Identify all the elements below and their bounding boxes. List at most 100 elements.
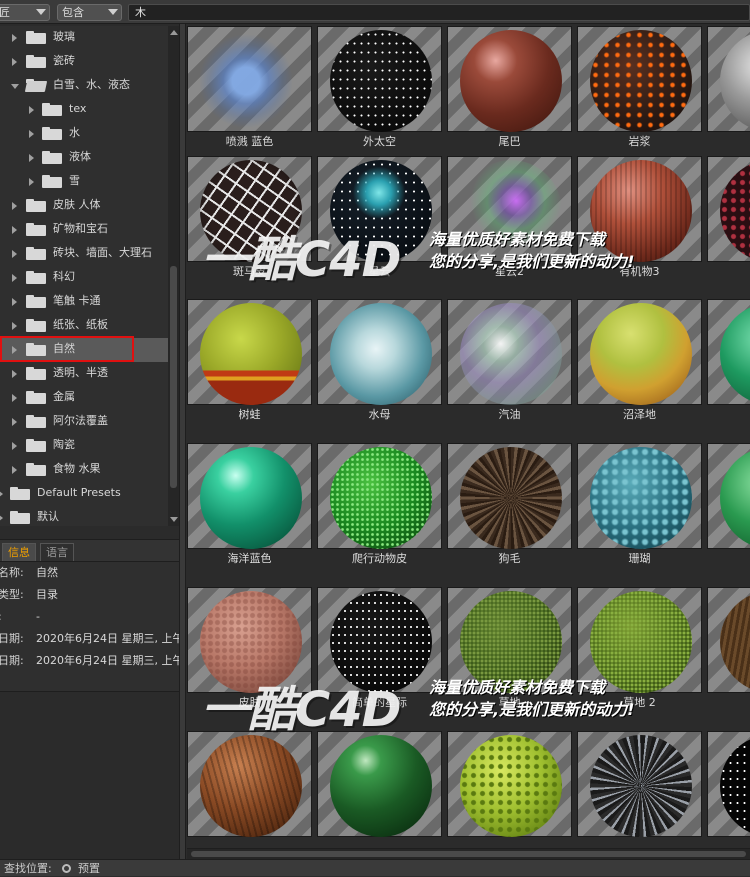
info-key: 日期:: [0, 632, 24, 645]
search-input[interactable]: 木: [128, 4, 750, 21]
tree-item-label: 食物 水果: [53, 462, 101, 475]
chevron-down-icon: [36, 9, 46, 15]
tree-item-ceramic[interactable]: 陶瓷: [0, 434, 168, 458]
tree-item-label: 矿物和宝石: [53, 222, 108, 235]
expand-arrow-icon[interactable]: [0, 490, 3, 498]
material-item[interactable]: 星云2: [447, 156, 572, 296]
expand-arrow-icon[interactable]: [12, 394, 17, 402]
tree-scrollbar[interactable]: [168, 26, 179, 526]
material-label: [317, 838, 442, 848]
folder-icon: [26, 463, 46, 476]
expand-arrow-icon[interactable]: [12, 34, 17, 42]
material-item[interactable]: 草地: [447, 587, 572, 727]
expand-arrow-icon[interactable]: [12, 442, 17, 450]
material-label: 草地: [498, 696, 521, 709]
tree-item-scifi[interactable]: 科幻: [0, 266, 168, 290]
tree-item-alpha-overlay[interactable]: 阿尔法覆盖: [0, 410, 168, 434]
expand-arrow-icon[interactable]: [29, 178, 34, 186]
material-label: 爬行动物皮: [352, 552, 407, 565]
material-item[interactable]: 星云: [317, 156, 442, 296]
scroll-up-icon[interactable]: [170, 30, 178, 35]
chevron-down-icon: [108, 9, 118, 15]
search-location-value[interactable]: 预置: [78, 860, 100, 877]
folder-icon: [26, 199, 46, 212]
material-item[interactable]: [707, 156, 750, 296]
material-item[interactable]: 珊瑚: [577, 443, 702, 583]
tree-item-minerals-gems[interactable]: 矿物和宝石: [0, 218, 168, 242]
expand-arrow-icon[interactable]: [12, 298, 17, 306]
material-item[interactable]: [577, 731, 702, 848]
material-item[interactable]: [317, 731, 442, 848]
tree-item-transparent[interactable]: 透明、半透: [0, 362, 168, 386]
preview-area: [0, 691, 179, 859]
material-item[interactable]: 简单的星际: [317, 587, 442, 727]
scroll-down-icon[interactable]: [170, 517, 178, 522]
expand-arrow-icon[interactable]: [12, 58, 17, 66]
material-thumbnail: [187, 731, 312, 837]
folder-icon: [10, 487, 30, 500]
tree-item-tile[interactable]: 瓷砖: [0, 50, 168, 74]
material-item[interactable]: 尾巴: [447, 26, 572, 166]
filter-dropdown[interactable]: 包含: [57, 4, 122, 21]
material-thumbnail: [317, 26, 442, 132]
tree-item-skin-human[interactable]: 皮肤 人体: [0, 194, 168, 218]
tree-item-paper-cardboard[interactable]: 纸张、纸板: [0, 314, 168, 338]
material-item[interactable]: [707, 443, 750, 583]
expand-arrow-icon[interactable]: [12, 274, 17, 282]
material-item[interactable]: 皮肤: [187, 587, 312, 727]
tree-item-tex[interactable]: tex: [0, 98, 168, 122]
expand-arrow-icon[interactable]: [12, 418, 17, 426]
material-item[interactable]: 汽油: [447, 299, 572, 439]
material-item[interactable]: 斑马皮: [187, 156, 312, 296]
expand-arrow-icon[interactable]: [29, 154, 34, 162]
expand-arrow-icon[interactable]: [0, 514, 3, 522]
tree-item-snow-water-liquid[interactable]: 白雪、水、液态: [0, 74, 168, 98]
tab-language[interactable]: 语言: [40, 543, 74, 561]
tree-item-brick-wall-marble[interactable]: 砖块、墙面、大理石: [0, 242, 168, 266]
tree-item-brush-cartoon[interactable]: 笔触 卡通: [0, 290, 168, 314]
material-item[interactable]: [707, 299, 750, 439]
material-item[interactable]: 狗毛: [447, 443, 572, 583]
material-item[interactable]: 有机物3: [577, 156, 702, 296]
expand-arrow-icon[interactable]: [12, 226, 17, 234]
material-preview-sphere: [590, 447, 692, 549]
material-item[interactable]: 爬行动物皮: [317, 443, 442, 583]
expand-arrow-icon[interactable]: [29, 130, 34, 138]
material-item[interactable]: [447, 731, 572, 848]
material-item[interactable]: [707, 26, 750, 166]
collapse-arrow-icon[interactable]: [11, 84, 19, 89]
scrollbar-thumb[interactable]: [191, 851, 746, 857]
panel-splitter[interactable]: [179, 24, 186, 876]
tree-item-default-presets[interactable]: Default Presets: [0, 482, 168, 506]
material-item[interactable]: 海洋蓝色: [187, 443, 312, 583]
material-item[interactable]: 草地 2: [577, 587, 702, 727]
expand-arrow-icon[interactable]: [12, 370, 17, 378]
material-item[interactable]: [187, 731, 312, 848]
tree-item-liquid[interactable]: 液体: [0, 146, 168, 170]
info-value: 目录: [36, 588, 58, 601]
scrollbar-thumb[interactable]: [170, 266, 177, 488]
tree-item-glass[interactable]: 玻璃: [0, 26, 168, 50]
material-item[interactable]: 外太空: [317, 26, 442, 166]
tree-item-snow[interactable]: 雪: [0, 170, 168, 194]
material-item[interactable]: 喷溅 蓝色: [187, 26, 312, 166]
material-item[interactable]: 水母: [317, 299, 442, 439]
tree-item-food-fruit[interactable]: 食物 水果: [0, 458, 168, 482]
material-item[interactable]: 树蛙: [187, 299, 312, 439]
tab-info[interactable]: 信息: [2, 543, 36, 561]
grid-horizontal-scrollbar[interactable]: [187, 848, 750, 859]
expand-arrow-icon[interactable]: [29, 106, 34, 114]
tree-item-metal[interactable]: 金属: [0, 386, 168, 410]
material-item[interactable]: 沼泽地: [577, 299, 702, 439]
material-item[interactable]: [707, 731, 750, 848]
tree-item-default[interactable]: 默认: [0, 506, 168, 526]
expand-arrow-icon[interactable]: [12, 202, 17, 210]
expand-arrow-icon[interactable]: [12, 466, 17, 474]
scope-dropdown[interactable]: 匠: [0, 4, 50, 21]
material-label: [707, 406, 750, 424]
tree-item-water[interactable]: 水: [0, 122, 168, 146]
expand-arrow-icon[interactable]: [12, 322, 17, 330]
material-item[interactable]: [707, 587, 750, 727]
material-item[interactable]: 岩浆: [577, 26, 702, 166]
expand-arrow-icon[interactable]: [12, 250, 17, 258]
